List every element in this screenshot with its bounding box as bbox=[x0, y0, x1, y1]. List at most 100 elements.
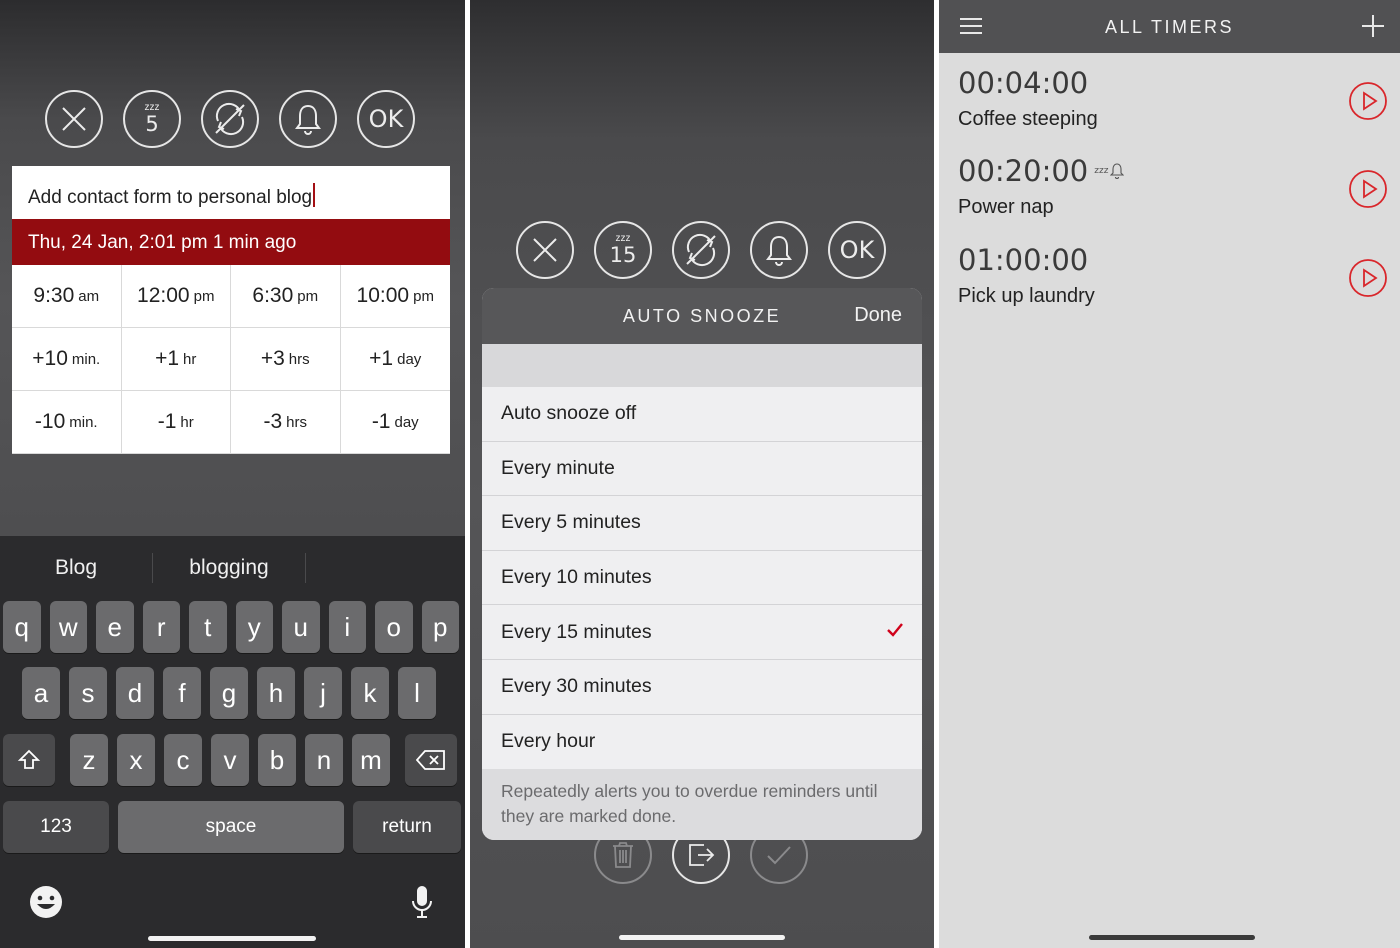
dismiss-button[interactable] bbox=[516, 221, 574, 279]
timer-item[interactable]: 01:00:00 Pick up laundry bbox=[958, 243, 1095, 308]
snooze-button[interactable]: zzz 15 bbox=[594, 221, 652, 279]
repeat-button[interactable] bbox=[672, 221, 730, 279]
key-j[interactable]: j bbox=[304, 667, 342, 719]
key-u[interactable]: u bbox=[282, 601, 320, 653]
key-r[interactable]: r bbox=[142, 601, 180, 653]
key-n[interactable]: n bbox=[305, 734, 343, 786]
key-a[interactable]: a bbox=[22, 667, 60, 719]
key-p[interactable]: p bbox=[421, 601, 459, 653]
key-m[interactable]: m bbox=[352, 734, 390, 786]
home-indicator[interactable] bbox=[619, 935, 785, 940]
text-cursor bbox=[313, 183, 316, 207]
dictation-key[interactable] bbox=[410, 884, 434, 925]
key-z[interactable]: z bbox=[70, 734, 108, 786]
trash-icon bbox=[613, 842, 633, 868]
key-s[interactable]: s bbox=[69, 667, 107, 719]
key-q[interactable]: q bbox=[3, 601, 41, 653]
play-button[interactable] bbox=[1348, 81, 1388, 126]
quick-time-option[interactable]: +1 day bbox=[340, 328, 450, 391]
ok-button[interactable]: OK bbox=[357, 90, 415, 148]
key-i[interactable]: i bbox=[328, 601, 366, 653]
action-row: zzz 5 OK bbox=[45, 90, 415, 148]
quick-time-option[interactable]: 10:00 pm bbox=[340, 265, 450, 328]
key-o[interactable]: o bbox=[375, 601, 413, 653]
quick-time-option[interactable]: 6:30 pm bbox=[231, 265, 341, 328]
timer-flags: zzz bbox=[1094, 163, 1125, 179]
emoji-key[interactable] bbox=[28, 884, 64, 925]
quick-time-option[interactable]: 12:00 pm bbox=[121, 265, 231, 328]
backspace-key[interactable] bbox=[405, 734, 457, 786]
key-t[interactable]: t bbox=[189, 601, 227, 653]
microphone-icon bbox=[412, 886, 432, 918]
home-indicator[interactable] bbox=[1089, 935, 1255, 940]
quick-time-option[interactable]: +10 min. bbox=[12, 328, 122, 391]
sheet-footnote: Repeatedly alerts you to overdue reminde… bbox=[482, 769, 922, 840]
snooze-option[interactable]: Every hour bbox=[482, 714, 922, 770]
timer-label: Coffee steeping bbox=[958, 108, 1098, 130]
timer-label: Pick up laundry bbox=[958, 285, 1095, 307]
space-key[interactable]: space bbox=[118, 801, 344, 853]
suggestion-2[interactable]: blogging bbox=[153, 556, 305, 580]
snooze-option-label: Every 15 minutes bbox=[501, 620, 652, 643]
add-timer-button[interactable] bbox=[1360, 13, 1386, 44]
letter-keys: zxcvbnm bbox=[70, 734, 390, 786]
quick-time-option[interactable]: +3 hrs bbox=[231, 328, 341, 391]
due-date-bar[interactable]: Thu, 24 Jan, 2:01 pm 1 min ago bbox=[12, 219, 450, 265]
shift-icon bbox=[17, 749, 41, 769]
key-l[interactable]: l bbox=[398, 667, 436, 719]
key-v[interactable]: v bbox=[211, 734, 249, 786]
home-indicator[interactable] bbox=[148, 936, 316, 941]
suggestion-1[interactable]: Blog bbox=[0, 556, 152, 580]
snooze-option-label: Every 5 minutes bbox=[501, 511, 641, 534]
return-key[interactable]: return bbox=[353, 801, 461, 853]
snooze-option[interactable]: Every 15 minutes bbox=[482, 605, 922, 660]
key-y[interactable]: y bbox=[235, 601, 273, 653]
reminder-title-field[interactable]: Add contact form to personal blog bbox=[12, 166, 450, 219]
ok-button[interactable]: OK bbox=[828, 221, 886, 279]
quick-time-value: 12:00 bbox=[137, 284, 190, 307]
timer-item[interactable]: 00:20:00 zzz Power nap bbox=[958, 154, 1125, 219]
key-d[interactable]: d bbox=[116, 667, 154, 719]
key-w[interactable]: w bbox=[49, 601, 87, 653]
key-row-1: qwertyuiop bbox=[3, 601, 459, 653]
snooze-icon: zzz bbox=[1094, 166, 1109, 176]
key-b[interactable]: b bbox=[258, 734, 296, 786]
key-f[interactable]: f bbox=[163, 667, 201, 719]
repeat-button[interactable] bbox=[201, 90, 259, 148]
snooze-option[interactable]: Every 30 minutes bbox=[482, 659, 922, 715]
quick-time-option[interactable]: -3 hrs bbox=[231, 391, 341, 454]
alert-button[interactable] bbox=[750, 221, 808, 279]
key-g[interactable]: g bbox=[210, 667, 248, 719]
repeat-off-icon bbox=[215, 102, 245, 136]
dismiss-button[interactable] bbox=[45, 90, 103, 148]
timer-duration: 01:00:00 bbox=[958, 243, 1089, 277]
play-button[interactable] bbox=[1348, 169, 1388, 214]
quick-time-option[interactable]: +1 hr bbox=[121, 328, 231, 391]
snooze-option[interactable]: Every minute bbox=[482, 441, 922, 497]
play-button[interactable] bbox=[1348, 258, 1388, 303]
quick-time-option[interactable]: -1 hr bbox=[121, 391, 231, 454]
shift-key[interactable] bbox=[3, 734, 55, 786]
key-e[interactable]: e bbox=[96, 601, 134, 653]
key-c[interactable]: c bbox=[164, 734, 202, 786]
play-icon bbox=[1349, 82, 1387, 120]
quick-time-unit: day bbox=[394, 413, 419, 431]
done-button[interactable]: Done bbox=[854, 304, 902, 327]
numbers-key[interactable]: 123 bbox=[3, 801, 109, 853]
key-row-3: zxcvbnm bbox=[3, 734, 457, 786]
quick-time-value: 9:30 bbox=[33, 284, 75, 307]
snooze-option[interactable]: Every 10 minutes bbox=[482, 550, 922, 606]
key-k[interactable]: k bbox=[351, 667, 389, 719]
quick-time-unit: pm bbox=[193, 287, 215, 305]
timer-item[interactable]: 00:04:00 Coffee steeping bbox=[958, 66, 1098, 131]
alert-button[interactable] bbox=[279, 90, 337, 148]
quick-time-option[interactable]: -1 day bbox=[340, 391, 450, 454]
snooze-option[interactable]: Auto snooze off bbox=[482, 387, 922, 442]
snooze-button[interactable]: zzz 5 bbox=[123, 90, 181, 148]
key-h[interactable]: h bbox=[257, 667, 295, 719]
snooze-option[interactable]: Every 5 minutes bbox=[482, 496, 922, 551]
suggestion-bar: Blog blogging bbox=[0, 536, 465, 600]
quick-time-option[interactable]: 9:30 am bbox=[12, 265, 122, 328]
key-x[interactable]: x bbox=[117, 734, 155, 786]
quick-time-option[interactable]: -10 min. bbox=[12, 391, 122, 454]
